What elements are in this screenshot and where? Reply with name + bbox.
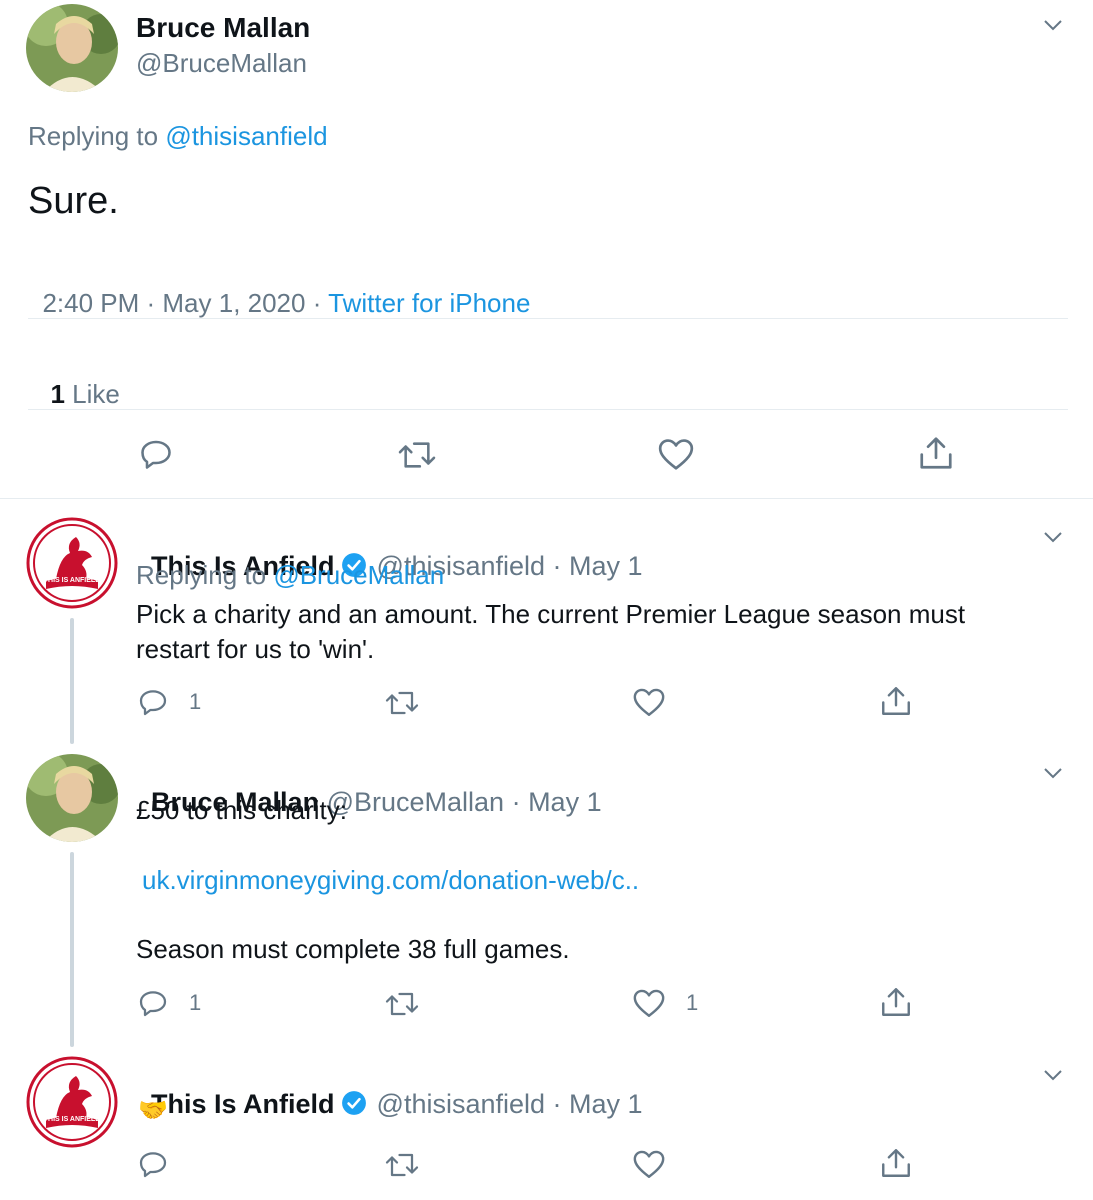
verified-badge-icon xyxy=(341,1090,367,1123)
thread-line xyxy=(70,618,74,744)
author-name[interactable]: This Is Anfield xyxy=(151,1089,335,1119)
like-button[interactable]: 1 xyxy=(632,987,698,1019)
tweet-text: Sure. xyxy=(28,180,119,222)
reply-icon xyxy=(139,690,167,716)
share-button[interactable] xyxy=(879,684,913,718)
tweet-text-line: restart for us to 'win'. xyxy=(136,634,375,664)
reply-button[interactable]: 1 xyxy=(137,686,201,718)
like-button[interactable] xyxy=(632,686,686,718)
reply-button[interactable] xyxy=(138,436,174,472)
reply-button[interactable]: 1 xyxy=(137,987,201,1019)
reply-icon xyxy=(141,440,171,469)
retweet-button[interactable] xyxy=(384,1150,420,1180)
mention-link[interactable]: @BruceMallan xyxy=(273,560,444,590)
retweet-icon xyxy=(385,992,419,1016)
avatar[interactable] xyxy=(26,754,118,842)
tweet-meta: 2:40 PM · May 1, 2020 · Twitter for iPho… xyxy=(28,257,530,319)
heart-icon xyxy=(633,1150,665,1178)
heart-icon xyxy=(633,688,665,716)
tweet-text-line: Pick a charity and an amount. The curren… xyxy=(136,599,966,629)
avatar[interactable] xyxy=(26,4,118,92)
share-icon xyxy=(882,687,910,715)
divider xyxy=(28,409,1068,410)
like-button[interactable] xyxy=(632,1148,686,1180)
retweet-button[interactable] xyxy=(384,688,420,718)
share-icon xyxy=(920,437,952,469)
like-button[interactable] xyxy=(657,436,695,472)
reply-button[interactable] xyxy=(137,1148,189,1180)
replying-to: Replying to @BruceMallan xyxy=(136,560,444,591)
reply-count: 1 xyxy=(189,990,202,1015)
avatar[interactable]: THIS IS ANFIELD xyxy=(26,517,118,609)
share-button[interactable] xyxy=(917,434,955,472)
reply-header: This Is Anfield @thisisanfield · May 1 xyxy=(136,1058,643,1123)
tweet-text: Pick a charity and an amount. The curren… xyxy=(136,597,965,667)
like-label: Like xyxy=(64,379,120,409)
share-icon xyxy=(882,1149,910,1177)
like-stats[interactable]: 1 Like xyxy=(36,348,120,410)
author-handle[interactable]: @BruceMallan xyxy=(136,48,307,79)
retweet-button[interactable] xyxy=(384,989,420,1019)
donation-link[interactable]: uk.virginmoneygiving.com/donation-web/c.… xyxy=(142,865,639,896)
source-link[interactable]: Twitter for iPhone xyxy=(328,288,530,318)
reply-icon xyxy=(139,1152,167,1178)
retweet-icon xyxy=(385,691,419,715)
replying-prefix: Replying to xyxy=(28,121,159,151)
handshake-emoji: 🤝 xyxy=(138,1097,168,1124)
timestamp[interactable]: 2:40 PM · May 1, 2020 · xyxy=(42,288,328,318)
retweet-icon xyxy=(398,442,436,468)
logo-text: THIS IS ANFIELD xyxy=(43,577,101,584)
heart-icon xyxy=(658,439,694,470)
replying-to: Replying to @thisisanfield xyxy=(28,121,328,152)
author-name[interactable]: Bruce Mallan xyxy=(136,12,310,44)
heart-icon xyxy=(633,989,665,1017)
tweet-text-line: Season must complete 38 full games. xyxy=(136,934,570,964)
retweet-icon xyxy=(385,1153,419,1177)
reply-count: 1 xyxy=(189,689,202,714)
retweet-button[interactable] xyxy=(397,438,437,472)
author-handle[interactable]: @thisisanfield · May 1 xyxy=(377,1089,643,1119)
mention-link[interactable]: @thisisanfield xyxy=(165,121,327,151)
like-count: 1 xyxy=(50,379,65,409)
divider xyxy=(28,318,1068,319)
logo-text: THIS IS ANFIELD xyxy=(43,1116,101,1123)
chevron-down-icon[interactable] xyxy=(1042,14,1064,36)
avatar[interactable]: THIS IS ANFIELD xyxy=(26,1056,118,1148)
chevron-down-icon[interactable] xyxy=(1042,762,1064,784)
share-icon xyxy=(882,988,910,1016)
share-button[interactable] xyxy=(879,985,913,1019)
share-button[interactable] xyxy=(879,1146,913,1180)
author-handle[interactable]: @BruceMallan · May 1 xyxy=(327,787,602,817)
tweet-text-line: £50 to this charity: xyxy=(136,795,347,825)
like-count: 1 xyxy=(686,990,699,1015)
replying-prefix: Replying to xyxy=(136,560,267,590)
divider xyxy=(0,498,1093,499)
thread-line xyxy=(70,852,74,1047)
chevron-down-icon[interactable] xyxy=(1042,1064,1064,1086)
reply-icon xyxy=(139,991,167,1017)
chevron-down-icon[interactable] xyxy=(1042,526,1064,548)
